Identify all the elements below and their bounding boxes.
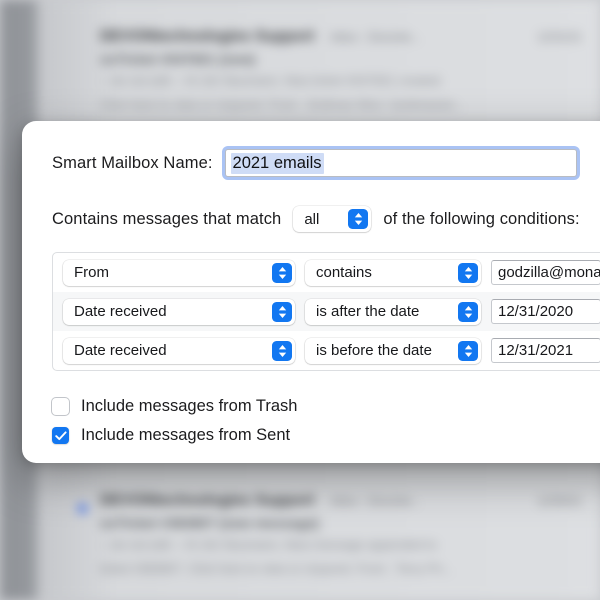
match-prefix-label: Contains messages that match bbox=[52, 209, 282, 228]
message-snippet-line-2: Click here to view or respond. From : An… bbox=[100, 98, 465, 113]
include-trash-checkbox[interactable]: Include messages from Trash bbox=[52, 392, 600, 421]
chevron-up-down-icon bbox=[458, 301, 478, 322]
mailbox-name-input[interactable]: 2021 emails bbox=[224, 149, 577, 177]
condition-field-value: From bbox=[74, 264, 109, 281]
mailbox-name-label: Smart Mailbox Name: bbox=[52, 153, 213, 172]
chevron-up-down-icon bbox=[458, 262, 478, 283]
options-group: Include messages from Trash Include mess… bbox=[52, 392, 600, 450]
condition-value-input[interactable]: 12/31/2020 bbox=[491, 299, 600, 324]
chevron-up-down-icon bbox=[272, 340, 292, 361]
condition-row: Date received is after the date 12/31/20… bbox=[53, 292, 600, 331]
smart-mailbox-dialog: Smart Mailbox Name: 2021 emails Contains… bbox=[22, 121, 600, 463]
message-sender: DEVONtechnologies Support bbox=[100, 28, 315, 45]
condition-operator-dropdown[interactable]: is before the date bbox=[305, 337, 481, 364]
condition-operator-value: is after the date bbox=[316, 303, 420, 320]
message-header: DEVONtechnologies Support inbox - Devont… bbox=[100, 28, 582, 46]
chevron-up-down-icon bbox=[348, 209, 369, 229]
mailbox-name-value: 2021 emails bbox=[230, 152, 324, 174]
message-list-item[interactable]: DEVONtechnologies Support inbox - Devont… bbox=[38, 492, 600, 580]
message-list-item[interactable]: DEVONtechnologies Support inbox - Devont… bbox=[38, 28, 600, 116]
checkbox-unchecked-icon bbox=[52, 398, 69, 415]
message-snippet-line-2: ticket #383807. Click here to view or re… bbox=[100, 562, 453, 577]
condition-row: From contains godzilla@monarchmedia.com bbox=[53, 253, 600, 292]
conditions-list: From contains godzilla@monarchmedia.com … bbox=[52, 252, 600, 371]
condition-field-value: Date received bbox=[74, 303, 167, 320]
match-type-value: all bbox=[304, 210, 320, 228]
condition-value-text: 12/31/2021 bbox=[498, 342, 574, 359]
condition-operator-value: contains bbox=[316, 264, 372, 281]
message-date: 12/30/21 bbox=[537, 496, 582, 508]
condition-row: Date received is before the date 12/31/2… bbox=[53, 331, 600, 370]
message-snippet-line-1: -- do not edit -- Hi Jim Neumann, New ti… bbox=[100, 74, 444, 88]
chevron-up-down-icon bbox=[272, 262, 292, 283]
match-criteria-row: Contains messages that match all of the … bbox=[52, 206, 600, 232]
condition-value-text: godzilla@monarchmedia.com bbox=[498, 264, 600, 281]
condition-field-value: Date received bbox=[74, 342, 167, 359]
checkbox-checked-icon bbox=[52, 427, 69, 444]
condition-field-dropdown[interactable]: From bbox=[63, 259, 295, 286]
condition-value-text: 12/31/2020 bbox=[498, 303, 574, 320]
condition-value-input[interactable]: godzilla@monarchmedia.com bbox=[491, 260, 600, 285]
message-mailbox: inbox - Devonte... bbox=[330, 32, 421, 44]
include-sent-checkbox[interactable]: Include messages from Sent bbox=[52, 421, 600, 450]
match-type-dropdown[interactable]: all bbox=[293, 206, 372, 232]
chevron-up-down-icon bbox=[458, 340, 478, 361]
condition-operator-value: is before the date bbox=[316, 342, 432, 359]
unread-dot-icon bbox=[78, 504, 87, 513]
message-mailbox: inbox - Devonte... bbox=[330, 496, 421, 508]
mailbox-name-row: Smart Mailbox Name: 2021 emails bbox=[52, 149, 600, 177]
message-subject: osTicket #047601 (new) bbox=[100, 51, 256, 67]
match-suffix-label: of the following conditions: bbox=[383, 209, 580, 228]
message-subject: osTicket #383807 (new message) bbox=[100, 515, 320, 531]
condition-field-dropdown[interactable]: Date received bbox=[63, 298, 295, 325]
condition-operator-dropdown[interactable]: contains bbox=[305, 259, 481, 286]
condition-operator-dropdown[interactable]: is after the date bbox=[305, 298, 481, 325]
message-sender: DEVONtechnologies Support bbox=[100, 492, 315, 509]
include-sent-label: Include messages from Sent bbox=[81, 426, 291, 444]
message-date: 12/31/21 bbox=[537, 32, 582, 44]
condition-value-input[interactable]: 12/31/2021 bbox=[491, 338, 600, 363]
message-snippet-line-1: -- do not edit -- Hi Jim Neumann, New me… bbox=[100, 538, 437, 552]
chevron-up-down-icon bbox=[272, 301, 292, 322]
include-trash-label: Include messages from Trash bbox=[81, 397, 298, 415]
message-header: DEVONtechnologies Support inbox - Devont… bbox=[100, 492, 582, 510]
condition-field-dropdown[interactable]: Date received bbox=[63, 337, 295, 364]
